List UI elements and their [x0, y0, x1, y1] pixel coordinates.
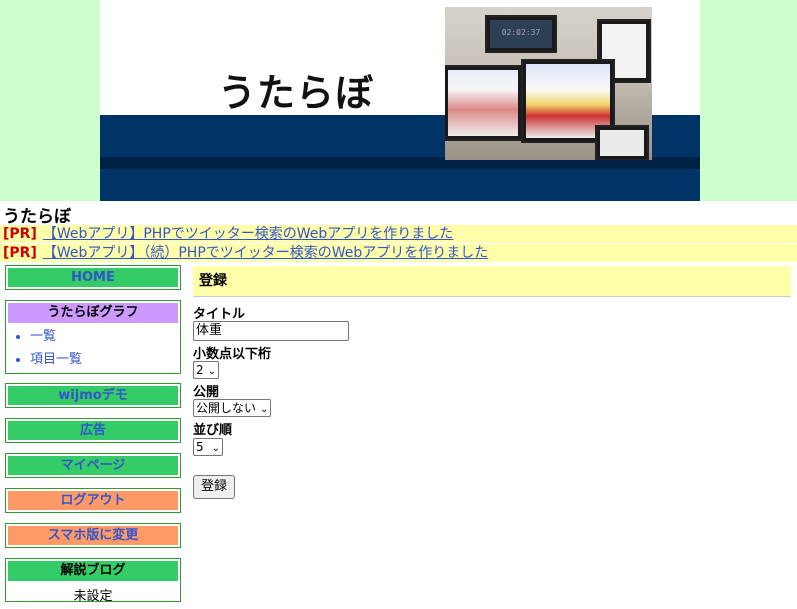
sidebar-mypage-label: マイページ — [8, 456, 178, 475]
chevron-down-icon: ⌄ — [211, 443, 221, 454]
order-select-value: 5 — [196, 440, 204, 454]
pr-row-2: [PR] 【Webアプリ】（続）PHPでツイッター検索のWebアプリを作りました — [0, 244, 797, 262]
pr-tag: [PR] — [3, 245, 37, 261]
photo-monitor-small — [595, 125, 649, 160]
public-select[interactable]: 公開しない ⌄ — [193, 399, 272, 417]
sidebar-ad-label: 広告 — [8, 421, 178, 440]
sidebar-logout-button[interactable]: ログアウト — [5, 488, 181, 513]
title-input[interactable] — [193, 321, 349, 341]
sidebar-ad-button[interactable]: 広告 — [5, 418, 181, 443]
graph-menu-title: うたらぼグラフ — [8, 303, 178, 323]
graph-menu-item-list[interactable]: 一覧 — [30, 327, 180, 350]
sidebar-home-button[interactable]: HOME — [5, 265, 181, 290]
order-label: 並び順 — [193, 423, 233, 438]
pr-row-1: [PR] 【Webアプリ】PHPでツイッター検索のWebアプリを作りました — [0, 225, 797, 243]
photo-monitor-left — [445, 65, 523, 141]
chevron-down-icon: ⌄ — [260, 404, 269, 415]
photo-monitor-top: 02:02:37 — [485, 15, 557, 53]
sidebar-wijmo-label: wijmoデモ — [8, 386, 178, 405]
pr-tag: [PR] — [3, 226, 37, 242]
banner-photo: 02:02:37 — [445, 7, 652, 160]
pr-link-2[interactable]: 【Webアプリ】（続）PHPでツイッター検索のWebアプリを作りました — [43, 245, 488, 261]
decimals-select-value: 2 — [196, 363, 204, 377]
banner-image[interactable]: うたらぼ 02:02:37 — [100, 0, 700, 201]
sidebar-mobile-label: スマホ版に変更 — [8, 526, 178, 545]
main-content: 登録 タイトル 小数点以下桁 2⌄ 公開 公開しない⌄ 並び順 5⌄ 登録 — [193, 266, 791, 499]
order-select[interactable]: 5 ⌄ — [193, 438, 224, 456]
sidebar-mypage-button[interactable]: マイページ — [5, 453, 181, 478]
blog-box-title: 解説ブログ — [8, 561, 178, 581]
decimals-label: 小数点以下桁 — [193, 347, 272, 362]
public-select-value: 公開しない — [196, 401, 257, 415]
public-label: 公開 — [193, 385, 220, 400]
decimals-select[interactable]: 2 ⌄ — [193, 361, 220, 379]
blog-box: 解説ブログ 未設定 — [5, 558, 181, 604]
submit-button[interactable]: 登録 — [193, 475, 236, 499]
chevron-down-icon: ⌄ — [207, 366, 217, 377]
sidebar-mobile-button[interactable]: スマホ版に変更 — [5, 523, 181, 548]
banner-logo-text: うたらぼ — [218, 71, 375, 115]
blog-box-value: 未設定 — [73, 589, 113, 604]
sidebar-home-label: HOME — [8, 268, 178, 287]
graph-menu-box: うたらぼグラフ 一覧 項目一覧 — [5, 300, 181, 374]
photo-clock-text: 02:02:37 — [490, 20, 552, 48]
graph-menu-list: 一覧 項目一覧 — [6, 327, 180, 373]
form-heading: 登録 — [193, 266, 791, 297]
site-title: うたらぼ — [3, 207, 71, 227]
sidebar-logout-label: ログアウト — [8, 491, 178, 510]
pr-link-1[interactable]: 【Webアプリ】PHPでツイッター検索のWebアプリを作りました — [43, 226, 453, 242]
banner-background: うたらぼ 02:02:37 — [0, 0, 797, 201]
graph-menu-item-items[interactable]: 項目一覧 — [30, 350, 180, 373]
sidebar-wijmo-button[interactable]: wijmoデモ — [5, 383, 181, 408]
title-label: タイトル — [193, 307, 246, 322]
